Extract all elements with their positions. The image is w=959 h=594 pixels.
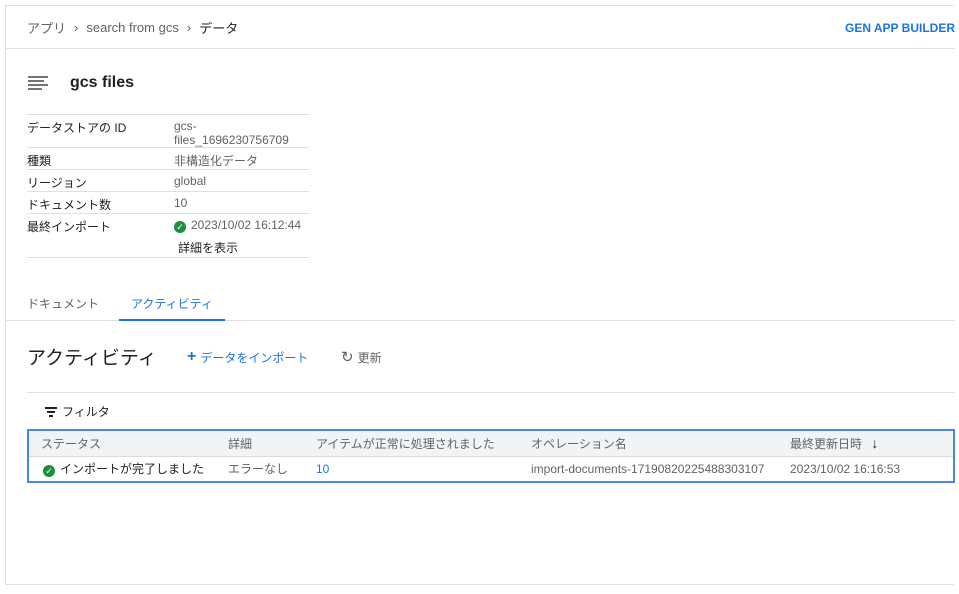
properties-table: データストアの ID gcs-files_1696230756709 種類 非構造化… [27,114,309,258]
divider [27,392,955,393]
property-value: 非構造化データ [174,147,309,170]
property-key: 最終インポート [27,213,174,258]
column-details[interactable]: 詳細 [216,430,304,457]
filter-icon [45,406,57,417]
check-circle-icon: ✓ [43,465,55,478]
breadcrumb: アプリ › search from gcs › データ [27,18,238,37]
column-label: 最終更新日時 [790,436,863,451]
chevron-right-icon: › [74,20,79,35]
filter-button[interactable]: フィルタ [45,403,110,420]
items-processed-cell: 10 [316,461,330,476]
property-row: リージョン global [27,169,309,192]
tabs: ドキュメント アクティビティ [6,291,955,321]
activity-table: ステータス 詳細 アイテムが正常に処理されました オペレーション名 最終更新日時… [27,429,955,483]
property-key: データストアの ID [27,114,174,148]
details-cell: エラーなし [228,462,289,477]
import-data-label: データをインポート [200,350,309,365]
column-items-processed[interactable]: アイテムが正常に処理されました [304,430,519,457]
status-text: インポートが完了しました [60,462,205,477]
refresh-label: 更新 [357,350,382,365]
check-circle-icon: ✓ [174,221,186,233]
tab-activity[interactable]: アクティビティ [119,295,225,321]
property-key: ドキュメント数 [27,191,174,214]
page: アプリ › search from gcs › データ GEN APP BUIL… [5,5,955,585]
filter-label: フィルタ [62,405,110,419]
property-value: 10 [174,191,309,214]
unstructured-data-icon [28,76,48,90]
breadcrumb-apps[interactable]: アプリ [27,18,66,37]
column-last-updated[interactable]: 最終更新日時 ↓ [778,430,954,457]
header: アプリ › search from gcs › データ GEN APP BUIL… [6,6,955,49]
refresh-icon: ↻ [341,349,354,366]
property-key: 種類 [27,147,174,170]
property-value: global [174,169,309,192]
operation-name-cell: import-documents-17190820225488303107 [531,461,765,476]
arrow-down-icon: ↓ [871,434,879,451]
view-details-link[interactable]: 詳細を表示 [178,239,309,256]
property-value: 2023/10/02 16:12:44 [191,218,302,232]
refresh-button[interactable]: ↻ 更新 [341,348,382,366]
gen-app-builder-link[interactable]: GEN APP BUILDER [845,21,955,35]
last-updated-cell: 2023/10/02 16:16:53 [790,461,901,476]
property-row: データストアの ID gcs-files_1696230756709 [27,114,309,148]
column-operation-name[interactable]: オペレーション名 [519,430,778,457]
tab-documents[interactable]: ドキュメント [27,295,99,312]
plus-icon: + [187,348,197,365]
table-header: ステータス 詳細 アイテムが正常に処理されました オペレーション名 最終更新日時… [28,430,954,457]
activity-heading: アクティビティ [27,348,157,369]
breadcrumb-current: データ [199,21,239,36]
chevron-right-icon: › [186,20,192,35]
breadcrumb-app[interactable]: search from gcs [86,20,178,35]
property-row: 種類 非構造化データ [27,147,309,170]
column-status[interactable]: ステータス [28,430,216,457]
property-row: 最終インポート ✓ 2023/10/02 16:12:44 詳細を表示 [27,213,309,258]
property-row: ドキュメント数 10 [27,191,309,214]
property-key: リージョン [27,169,174,192]
import-data-button[interactable]: + データをインポート [187,348,308,366]
table-row[interactable]: ✓ インポートが完了しました エラーなし 10 import-documents-… [28,456,954,482]
page-title: gcs files [70,74,135,91]
property-value: gcs-files_1696230756709 [174,114,309,148]
datastore-title: gcs files [28,74,134,92]
